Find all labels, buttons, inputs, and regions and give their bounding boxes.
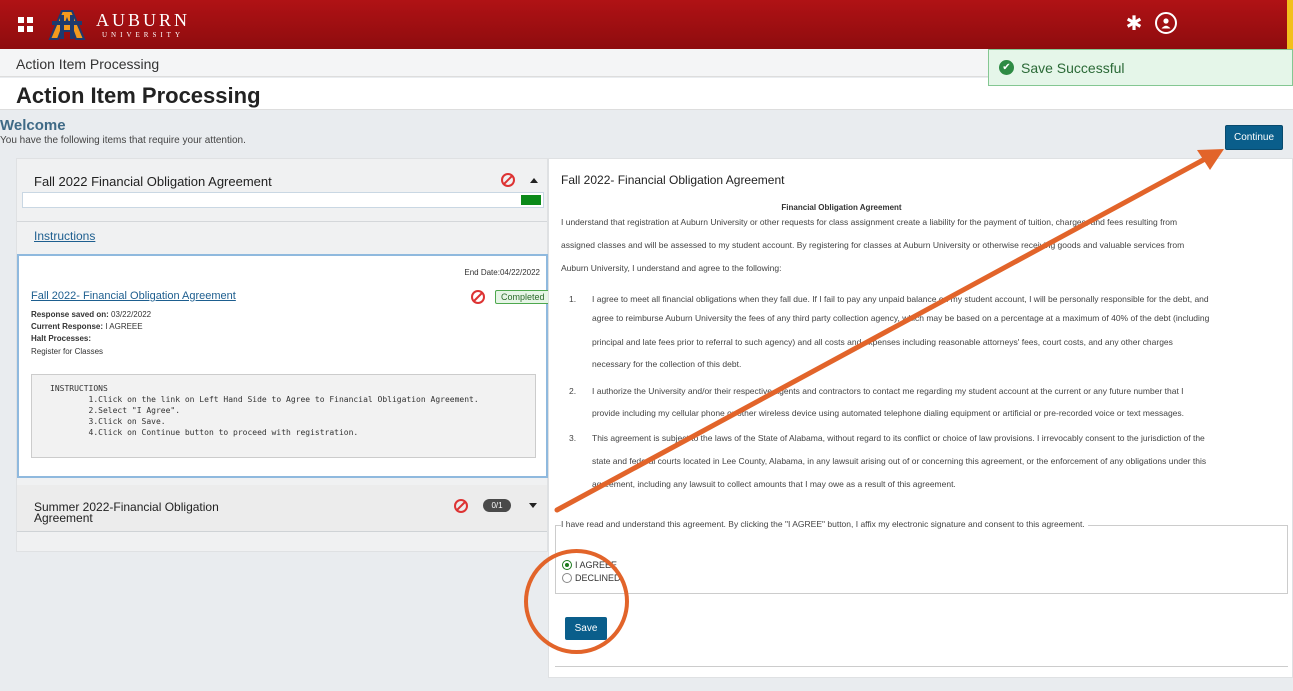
halt-processes-value: Register for Classes: [31, 347, 104, 356]
expand-caret-icon[interactable]: [529, 503, 537, 508]
list-line: provide including my cellular phone or o…: [592, 408, 1185, 418]
list-line: principal and late fees prior to referra…: [592, 337, 1173, 347]
auburn-au-icon: [48, 9, 86, 40]
agreement-heading: Financial Obligation Agreement: [781, 203, 902, 212]
auburn-logo[interactable]: AUBURN UNIVERSITY: [46, 7, 190, 43]
progress-bar: [22, 192, 544, 208]
list-line: I agree to meet all financial obligation…: [592, 294, 1209, 304]
logo-text-university: UNIVERSITY: [102, 30, 184, 39]
count-badge: 0/1: [483, 499, 511, 512]
list-number: 2.: [569, 386, 577, 396]
blocked-icon: [501, 173, 515, 187]
gold-accent-strip: [1287, 0, 1293, 49]
list-number: 1.: [569, 294, 577, 304]
top-navigation-bar: AUBURN UNIVERSITY ✱: [0, 0, 1293, 49]
blocked-icon: [471, 290, 485, 304]
collapse-caret-icon[interactable]: [530, 178, 538, 183]
list-line: necessary for the collection of this deb…: [592, 359, 742, 369]
annotation-circle: [524, 549, 629, 654]
action-item-title-link[interactable]: Fall 2022- Financial Obligation Agreemen…: [31, 290, 236, 302]
person-icon: [1161, 18, 1171, 29]
current-response: Current Response: I AGREEE: [31, 322, 143, 331]
app-menu-grid-icon[interactable]: [18, 16, 34, 33]
user-profile-icon[interactable]: [1155, 12, 1177, 34]
list-line: agree to reimburse Auburn University the…: [592, 313, 1210, 323]
progress-fill: [521, 195, 541, 205]
status-badge: Completed: [495, 290, 551, 304]
blocked-icon: [454, 499, 468, 513]
continue-button[interactable]: Continue: [1225, 125, 1283, 150]
checkmark-icon: ✔: [999, 60, 1014, 75]
welcome-heading: Welcome: [0, 117, 66, 134]
list-line: state and federal courts located in Lee …: [592, 456, 1207, 466]
list-line: I authorize the University and/or their …: [592, 386, 1184, 396]
action-items-panel: Fall 2022 Financial Obligation Agreement…: [16, 158, 551, 552]
group-title: Summer 2022-Financial Obligation Agreeme…: [34, 500, 219, 525]
response-saved: Response saved on: 03/22/2022: [31, 310, 152, 319]
group-fall-2022-header[interactable]: Fall 2022 Financial Obligation Agreement: [17, 159, 547, 193]
intro-line: assigned classes and will be assessed to…: [561, 240, 1185, 250]
list-line: agreement, including any lawsuit to coll…: [592, 479, 956, 489]
list-number: 3.: [569, 433, 577, 443]
agreement-panel: Fall 2022- Financial Obligation Agreemen…: [548, 158, 1293, 678]
instructions-box: INSTRUCTIONS 1.Click on the link on Left…: [31, 374, 536, 458]
action-item-card[interactable]: End Date:04/22/2022 Fall 2022- Financial…: [17, 254, 551, 478]
list-line: This agreement is subject to the laws of…: [592, 433, 1205, 443]
gear-icon[interactable]: ✱: [1122, 12, 1146, 36]
divider: [555, 666, 1288, 667]
halt-processes-label: Halt Processes:: [31, 334, 92, 343]
logo-text-auburn: AUBURN: [96, 9, 191, 30]
intro-line: I understand that registration at Auburn…: [561, 217, 1178, 227]
group-summer-2022-header[interactable]: Summer 2022-Financial Obligation Agreeme…: [17, 485, 547, 532]
toast-message: Save Successful: [1021, 59, 1125, 76]
consent-text: I have read and understand this agreemen…: [561, 519, 1088, 529]
group-title: Fall 2022 Financial Obligation Agreement: [34, 174, 272, 189]
divider: [17, 221, 547, 222]
response-fieldset: I AGREEE DECLINED: [555, 525, 1288, 594]
welcome-subtext: You have the following items that requir…: [0, 135, 246, 146]
agreement-title: Fall 2022- Financial Obligation Agreemen…: [561, 173, 785, 187]
instructions-link[interactable]: Instructions: [34, 229, 95, 243]
save-success-toast: ✔ Save Successful: [988, 49, 1293, 86]
end-date: End Date:04/22/2022: [464, 268, 540, 277]
intro-line: Auburn University, I understand and agre…: [561, 263, 782, 273]
